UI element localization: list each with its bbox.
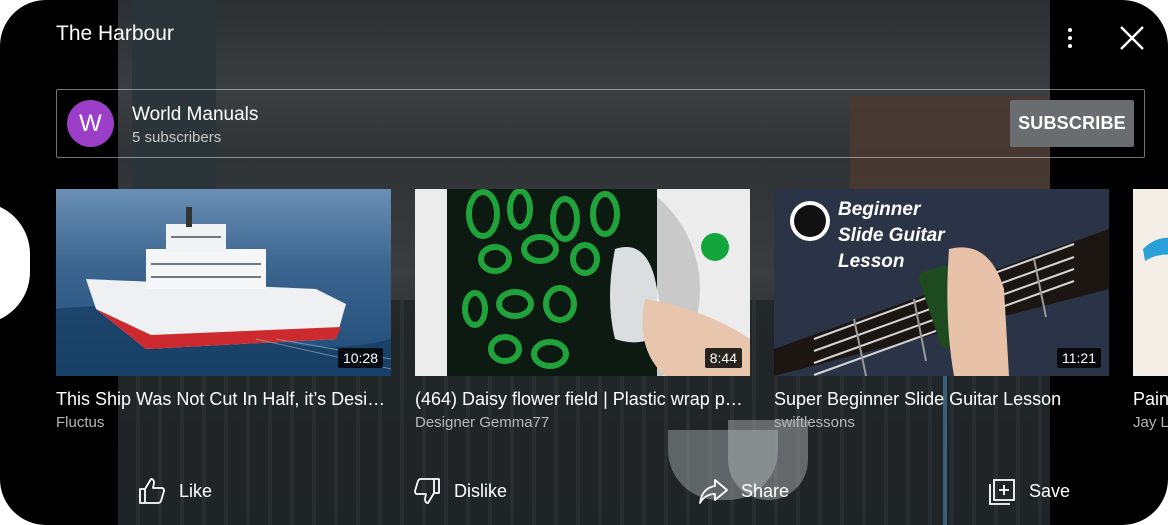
video-card-channel: swiftlessons	[774, 414, 855, 431]
video-duration: 11:21	[1057, 348, 1101, 368]
video-card-channel: Designer Gemma77	[415, 414, 550, 431]
close-icon[interactable]	[1116, 22, 1148, 54]
painting-thumbnail-image	[415, 189, 750, 376]
video-duration: 10:28	[337, 348, 383, 368]
video-thumbnail[interactable]: Beginner Slide Guitar Lesson 11:21	[774, 189, 1109, 376]
thumbs-up-icon	[139, 478, 165, 504]
video-title: The Harbour	[56, 22, 174, 45]
dislike-button[interactable]: Dislike	[412, 474, 507, 508]
channel-bar[interactable]: W World Manuals 5 subscribers SUBSCRIBE	[56, 89, 1145, 158]
video-duration: 8:44	[704, 348, 742, 368]
like-label: Like	[179, 480, 213, 501]
subscribe-button[interactable]: SUBSCRIBE	[1010, 100, 1134, 147]
end-screen-overlay: The Harbour W World Manuals 5 subscriber…	[0, 0, 1168, 525]
video-card[interactable]: 8:44 (464) Daisy flower field | Plastic …	[415, 189, 750, 431]
video-thumbnail[interactable]: 10:28	[56, 189, 391, 376]
video-thumbnail[interactable]: 8:44	[415, 189, 750, 376]
video-card[interactable]: 10:28 This Ship Was Not Cut In Half, it’…	[56, 189, 391, 431]
video-thumbnail[interactable]	[1133, 189, 1168, 376]
video-card-title[interactable]: (464) Daisy flower field | Plastic wrap …	[415, 389, 750, 410]
dislike-label: Dislike	[454, 480, 508, 501]
thumbs-down-icon	[414, 478, 440, 504]
save-button[interactable]: Save	[987, 474, 1070, 508]
video-card[interactable]: Beginner Slide Guitar Lesson 11:21 Super…	[774, 189, 1109, 431]
video-card[interactable]: Pain Jay L	[1133, 189, 1168, 431]
channel-avatar[interactable]: W	[67, 100, 114, 147]
video-card-title[interactable]: This Ship Was Not Cut In Half, it’s Desi…	[56, 389, 391, 410]
like-button[interactable]: Like	[137, 474, 212, 508]
video-card-channel: Fluctus	[56, 414, 105, 431]
share-button[interactable]: Share	[697, 474, 789, 508]
video-card-title[interactable]: Super Beginner Slide Guitar Lesson	[774, 389, 1109, 410]
thumbnail-overlay-text: Beginner Slide Guitar Lesson	[838, 199, 945, 272]
more-options-icon[interactable]	[1056, 24, 1084, 52]
video-card-title[interactable]: Pain	[1133, 389, 1168, 410]
channel-name[interactable]: World Manuals	[132, 104, 258, 126]
add-to-playlist-icon	[989, 479, 1015, 505]
subscriber-count: 5 subscribers	[132, 129, 222, 146]
share-arrow-icon	[699, 479, 728, 504]
paint-thumbnail-image	[1133, 189, 1168, 376]
save-label: Save	[1029, 480, 1071, 501]
share-label: Share	[741, 480, 790, 501]
video-card-channel: Jay L	[1133, 414, 1168, 431]
